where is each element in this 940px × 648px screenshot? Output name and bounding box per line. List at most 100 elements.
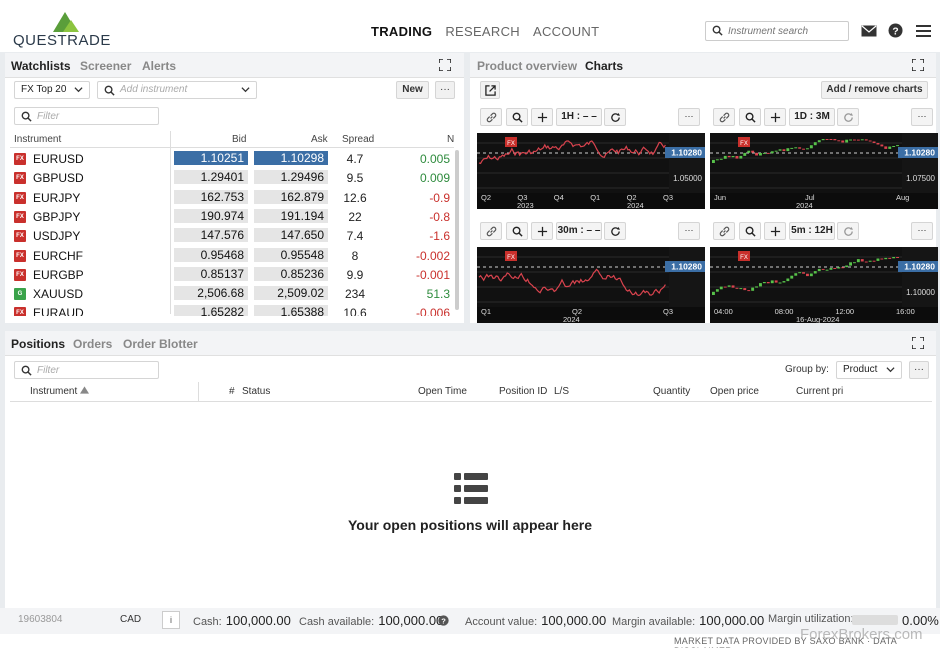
tab-charts[interactable]: Charts xyxy=(585,59,623,73)
expand-icon[interactable] xyxy=(439,59,451,71)
ask-price[interactable]: 0.85236 xyxy=(254,266,328,281)
col-quantity[interactable]: Quantity xyxy=(653,386,690,397)
ask-price[interactable]: 191.194 xyxy=(254,208,328,223)
link-chart-button[interactable] xyxy=(713,222,735,240)
bid-price[interactable]: 162.753 xyxy=(174,189,248,204)
tab-order-blotter[interactable]: Order Blotter xyxy=(123,337,198,351)
watchlist-row[interactable]: FX EURCHF 0.95468 0.95548 8 -0.002 xyxy=(10,246,454,265)
ask-price[interactable]: 2,509.02 xyxy=(254,286,328,301)
zoom-button[interactable] xyxy=(739,108,761,126)
add-instrument-select[interactable]: Add instrument xyxy=(97,81,257,99)
chart-more-button[interactable]: ··· xyxy=(911,108,933,126)
watchlist-more-button[interactable]: ··· xyxy=(435,81,455,99)
refresh-button[interactable] xyxy=(837,108,859,126)
bid-price[interactable]: 0.85137 xyxy=(174,266,248,281)
bid-price[interactable]: 0.95468 xyxy=(174,247,248,262)
bid-price[interactable]: 1.10251 xyxy=(174,151,248,165)
instrument-search-input[interactable] xyxy=(728,24,846,38)
bid-price[interactable]: 1.29401 xyxy=(174,170,248,185)
watchlist-row[interactable]: G XAUUSD 2,506.68 2,509.02 234 51.3 xyxy=(10,284,454,303)
ask-price[interactable]: 0.95548 xyxy=(254,247,328,262)
add-indicator-button[interactable] xyxy=(764,108,786,126)
ask-price[interactable]: 1.10298 xyxy=(254,151,328,165)
watchlist-row[interactable]: FX EURGBP 0.85137 0.85236 9.9 -0.001 xyxy=(10,265,454,284)
chart-more-button[interactable]: ··· xyxy=(678,222,700,240)
popout-button[interactable] xyxy=(480,81,500,99)
watchlist-scrollbar[interactable] xyxy=(455,150,459,310)
help-icon[interactable]: ? xyxy=(888,23,903,38)
col-status[interactable]: Status xyxy=(242,386,270,397)
group-by-select[interactable]: Product xyxy=(836,361,902,379)
col-long-short[interactable]: L/S xyxy=(554,386,569,397)
ask-price[interactable]: 1.65388 xyxy=(254,305,328,316)
positions-more-button[interactable]: ··· xyxy=(909,361,929,379)
timeframe-button[interactable]: 1H : – – xyxy=(556,108,602,126)
tab-screener[interactable]: Screener xyxy=(80,59,131,73)
bid-price[interactable]: 2,506.68 xyxy=(174,286,248,301)
add-remove-charts-button[interactable]: Add / remove charts xyxy=(821,81,928,99)
tab-watchlists[interactable]: Watchlists xyxy=(11,59,71,73)
col-ask[interactable]: Ask xyxy=(311,134,328,145)
tab-product-overview[interactable]: Product overview xyxy=(477,59,577,73)
tab-orders[interactable]: Orders xyxy=(73,337,112,351)
watchlist-row[interactable]: FX EURJPY 162.753 162.879 12.6 -0.9 xyxy=(10,188,454,207)
info-button[interactable]: i xyxy=(162,611,180,629)
zoom-button[interactable] xyxy=(739,222,761,240)
refresh-button[interactable] xyxy=(604,222,626,240)
col-current-price[interactable]: Current pri xyxy=(796,386,843,397)
bid-price[interactable]: 147.576 xyxy=(174,228,248,243)
col-position-id[interactable]: Position ID xyxy=(499,386,547,397)
zoom-button[interactable] xyxy=(506,222,528,240)
chart-more-button[interactable]: ··· xyxy=(911,222,933,240)
col-number[interactable]: # xyxy=(229,386,235,397)
add-indicator-button[interactable] xyxy=(531,222,553,240)
col-bid[interactable]: Bid xyxy=(232,134,246,145)
col-spread[interactable]: Spread xyxy=(342,134,374,145)
currency-label[interactable]: CAD xyxy=(120,614,141,625)
col-open-time[interactable]: Open Time xyxy=(418,386,467,397)
watchlist-row[interactable]: FX USDJPY 147.576 147.650 7.4 -1.6 xyxy=(10,226,454,245)
col-instrument[interactable]: Instrument xyxy=(14,134,61,145)
timeframe-button[interactable]: 5m : 12H xyxy=(789,222,835,240)
bid-price[interactable]: 190.974 xyxy=(174,208,248,223)
price-chart[interactable]: FX 1.10280 Q1 Q2 Q3 2024 xyxy=(477,247,705,323)
chart-more-button[interactable]: ··· xyxy=(678,108,700,126)
account-number[interactable]: 19603804 xyxy=(18,614,63,625)
mail-icon[interactable] xyxy=(861,25,877,37)
questrade-logo[interactable]: QUESTRADE xyxy=(13,10,118,49)
nav-trading[interactable]: TRADING xyxy=(371,24,432,39)
col-open-price[interactable]: Open price xyxy=(710,386,759,397)
watchlist-filter[interactable]: Filter xyxy=(14,107,159,125)
link-chart-button[interactable] xyxy=(480,222,502,240)
ask-price[interactable]: 147.650 xyxy=(254,228,328,243)
bid-price[interactable]: 1.65282 xyxy=(174,305,248,316)
timeframe-button[interactable]: 30m : – – xyxy=(556,222,602,240)
nav-research[interactable]: RESEARCH xyxy=(445,24,520,39)
ask-price[interactable]: 1.29496 xyxy=(254,170,328,185)
timeframe-button[interactable]: 1D : 3M xyxy=(789,108,835,126)
price-chart[interactable]: FX 1.10280 1.07500 Jun Jul Aug 2024 xyxy=(710,133,938,209)
link-chart-button[interactable] xyxy=(713,108,735,126)
add-indicator-button[interactable] xyxy=(531,108,553,126)
positions-filter[interactable]: Filter xyxy=(14,361,159,379)
watchlist-row[interactable]: FX EURUSD 1.10251 1.10298 4.7 0.005 xyxy=(10,149,454,168)
expand-icon[interactable] xyxy=(912,59,924,71)
tab-alerts[interactable]: Alerts xyxy=(142,59,176,73)
expand-icon[interactable] xyxy=(912,337,924,349)
refresh-button[interactable] xyxy=(604,108,626,126)
watchlist-row[interactable]: FX GBPUSD 1.29401 1.29496 9.5 0.009 xyxy=(10,168,454,187)
col-instrument[interactable]: Instrument xyxy=(30,386,90,397)
nav-account[interactable]: ACCOUNT xyxy=(533,24,599,39)
menu-icon[interactable] xyxy=(916,25,931,37)
instrument-search[interactable] xyxy=(705,21,849,41)
new-watchlist-button[interactable]: New xyxy=(396,81,429,99)
tab-positions[interactable]: Positions xyxy=(11,337,65,351)
help-icon[interactable]: ? xyxy=(438,615,449,626)
price-chart[interactable]: FX 1.10280 1.10000 04:00 08:00 12:00 16:00 16-A… xyxy=(710,247,938,323)
col-net[interactable]: N xyxy=(447,134,454,145)
watchlist-row[interactable]: FX EURAUD 1.65282 1.65388 10.6 -0.006 xyxy=(10,303,454,316)
watchlist-row[interactable]: FX GBPJPY 190.974 191.194 22 -0.8 xyxy=(10,207,454,226)
zoom-button[interactable] xyxy=(506,108,528,126)
link-chart-button[interactable] xyxy=(480,108,502,126)
add-indicator-button[interactable] xyxy=(764,222,786,240)
